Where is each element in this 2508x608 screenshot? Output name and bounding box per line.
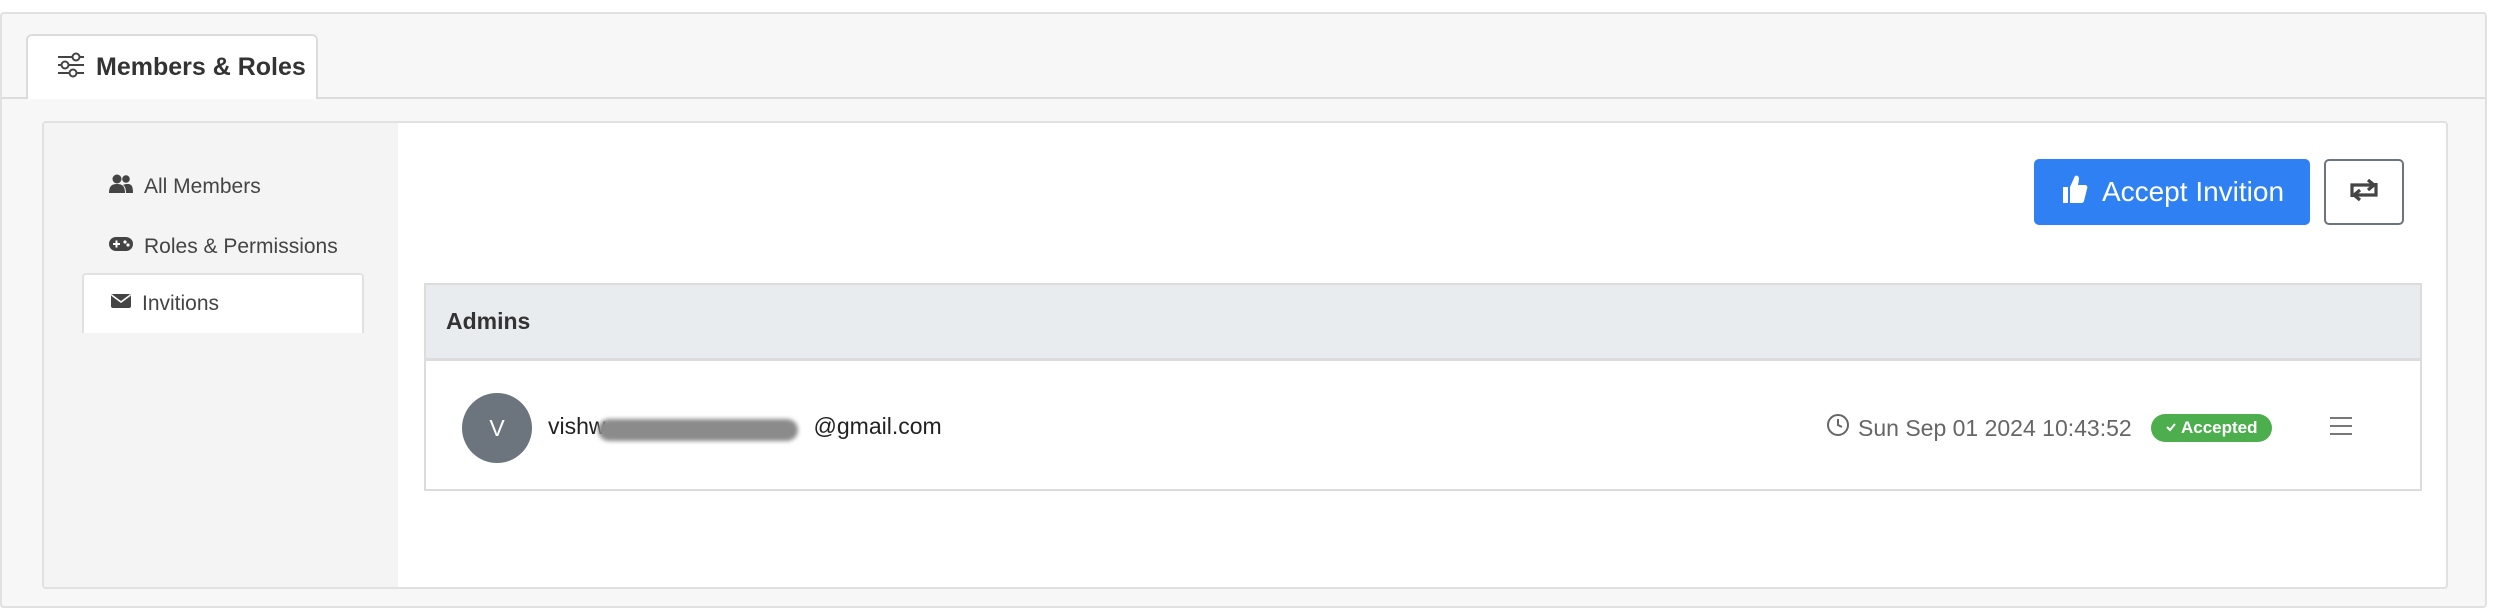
menu-icon[interactable] [2329, 415, 2353, 442]
sidebar: All Members Roles & Permissions Invition… [44, 123, 398, 587]
accept-invitation-button[interactable]: Accept Invition [2034, 159, 2310, 225]
sidebar-item-label: Roles & Permissions [144, 235, 338, 258]
email-start: vishw [548, 413, 606, 439]
accept-invitation-label: Accept Invition [2101, 176, 2285, 207]
tab-members-roles[interactable]: Members & Roles [26, 34, 318, 99]
timestamp: Sun Sep 01 2024 10:43:52 [1858, 414, 2132, 441]
sidebar-item-label: All Members [144, 175, 261, 198]
sidebar-item-invitions[interactable]: Invitions [82, 273, 364, 333]
redaction-mark [598, 419, 798, 441]
refresh-button[interactable] [2324, 159, 2404, 225]
clock-icon [1826, 413, 1850, 443]
tab-bar-divider [2, 97, 2485, 99]
avatar-initial: V [489, 414, 505, 441]
sidebar-item-label: Invitions [142, 292, 220, 315]
tab-label: Members & Roles [96, 53, 306, 81]
sidebar-item-all-members[interactable]: All Members [82, 157, 364, 217]
group-title: Admins [446, 308, 531, 334]
status-badge: Accepted [2151, 414, 2272, 442]
avatar: V [462, 393, 532, 463]
refresh-icon [2346, 177, 2382, 208]
envelope-icon [110, 292, 132, 316]
check-icon [2165, 418, 2177, 438]
users-icon [108, 174, 134, 200]
card-header: Admins [426, 285, 2420, 361]
invitation-time: Sun Sep 01 2024 10:43:52 [1826, 413, 2132, 443]
email-end: @gmail.com [813, 413, 942, 439]
sliders-icon [56, 52, 86, 83]
admins-card: Admins V vishw @gmail.com Sun Sep 01 2024… [424, 283, 2422, 491]
members-panel: All Members Roles & Permissions Invition… [42, 121, 2448, 589]
gamepad-icon [108, 235, 134, 259]
sidebar-item-roles-permissions[interactable]: Roles & Permissions [82, 217, 364, 277]
thumbs-up-icon [2060, 173, 2088, 212]
status-text: Accepted [2181, 418, 2258, 437]
